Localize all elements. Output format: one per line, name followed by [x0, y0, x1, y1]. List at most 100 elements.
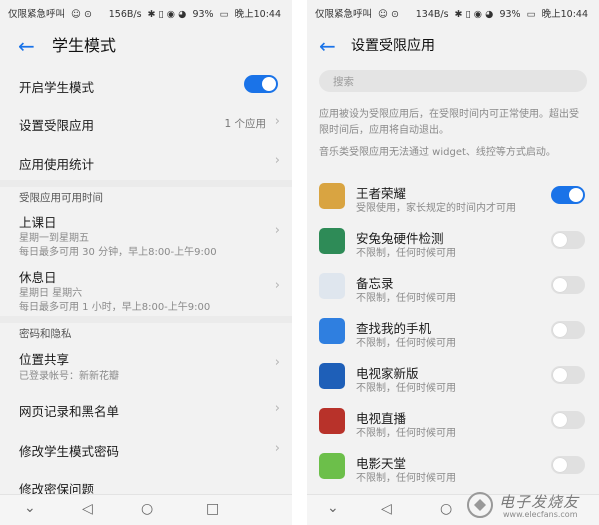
- status-bar: 仅限紧急呼叫 ☺ ⊙ 134B/s ✱ ▯ ◉ ◕ 93% ▭ 晚上10:44: [307, 0, 599, 30]
- navigation-bar: ⌄ ◁ ○ □: [0, 494, 292, 525]
- app-restriction-status: 不限制，任何时候可用: [356, 293, 456, 304]
- location-sharing-label: 位置共享: [19, 352, 70, 367]
- rest-day-days: 星期日 星期六: [19, 288, 83, 299]
- enable-student-mode-toggle[interactable]: [244, 75, 278, 93]
- restricted-apps-row[interactable]: 设置受限应用 1 个应用 ›: [0, 108, 292, 138]
- watermark-logo-icon: [467, 492, 493, 518]
- restricted-apps-screen: 仅限紧急呼叫 ☺ ⊙ 134B/s ✱ ▯ ◉ ◕ 93% ▭ 晚上10:44 …: [307, 0, 599, 525]
- home-circle-icon[interactable]: ○: [141, 501, 153, 517]
- app-restriction-status: 不限制，任何时候可用: [356, 428, 456, 439]
- app-row[interactable]: 安兔兔硬件检测 不限制，任何时候可用: [307, 222, 599, 266]
- usage-stats-row[interactable]: 应用使用统计 ›: [0, 147, 292, 177]
- app-restriction-status: 受限使用，家长规定的时间内才可用: [356, 203, 516, 214]
- status-bar: 仅限紧急呼叫 ☺ ⊙ 156B/s ✱ ▯ ◉ ◕ 93% ▭ 晚上10:44: [0, 0, 292, 30]
- enable-student-mode-row[interactable]: 开启学生模式: [0, 70, 292, 100]
- carrier-text: 仅限紧急呼叫: [8, 9, 66, 20]
- section-divider: [0, 180, 292, 187]
- app-row[interactable]: 王者荣耀 受限使用，家长规定的时间内才可用: [307, 177, 599, 221]
- app-row[interactable]: 查找我的手机 不限制，任何时候可用: [307, 312, 599, 356]
- watermark: 电子发烧友 www.elecfans.com: [465, 490, 595, 522]
- chevron-right-icon: ›: [274, 223, 280, 238]
- change-security-question-row[interactable]: 修改密保问题: [0, 476, 292, 497]
- app-restriction-status: 不限制，任何时候可用: [356, 338, 456, 349]
- status-icon: ☺ ⊙: [71, 9, 92, 20]
- chevron-down-icon[interactable]: ⌄: [24, 500, 36, 516]
- carrier-text: 仅限紧急呼叫: [315, 9, 373, 20]
- watermark-text: 电子发烧友: [499, 493, 580, 511]
- rest-day-limit: 每日最多可用 1 小时，早上8:00-上午9:00: [19, 302, 211, 313]
- app-icon: [319, 453, 345, 479]
- app-restrict-toggle[interactable]: [551, 456, 585, 474]
- title-bar: ← 设置受限应用: [307, 30, 599, 64]
- app-restrict-toggle[interactable]: [551, 231, 585, 249]
- chevron-right-icon: ›: [274, 355, 280, 370]
- web-history-row[interactable]: 网页记录和黑名单 ›: [0, 396, 292, 426]
- student-mode-screen: 仅限紧急呼叫 ☺ ⊙ 156B/s ✱ ▯ ◉ ◕ 93% ▭ 晚上10:44 …: [0, 0, 292, 525]
- chevron-right-icon: ›: [274, 114, 280, 129]
- network-speed: 134B/s: [415, 9, 449, 20]
- app-row[interactable]: 电视直播 不限制，任何时候可用: [307, 402, 599, 446]
- school-day-row[interactable]: 上课日 星期一到星期五 每日最多可用 30 分钟，早上8:00-上午9:00 ›: [0, 209, 292, 259]
- app-icon: [319, 273, 345, 299]
- change-password-label: 修改学生模式密码: [19, 444, 120, 459]
- restricted-apps-label: 设置受限应用: [19, 118, 95, 133]
- battery-percent: 93%: [499, 9, 521, 20]
- logged-in-account: 已登录帐号：新新花瓣: [19, 371, 119, 382]
- school-day-limit: 每日最多可用 30 分钟，早上8:00-上午9:00: [19, 247, 217, 258]
- chevron-right-icon: ›: [274, 401, 280, 416]
- back-arrow-icon[interactable]: ←: [18, 33, 35, 59]
- enable-student-mode-label: 开启学生模式: [19, 80, 95, 95]
- app-restrict-toggle[interactable]: [551, 276, 585, 294]
- battery-icon: ▭: [219, 9, 229, 20]
- app-icon: [319, 408, 345, 434]
- back-triangle-icon[interactable]: ◁: [381, 501, 392, 517]
- signal-icons: ✱ ▯ ◉ ◕: [147, 9, 187, 20]
- app-row[interactable]: 电影天堂 不限制，任何时候可用: [307, 447, 599, 491]
- page-title: 学生模式: [52, 36, 117, 55]
- app-restrict-toggle[interactable]: [551, 186, 585, 204]
- app-icon: [319, 318, 345, 344]
- home-circle-icon[interactable]: ○: [440, 501, 452, 517]
- location-sharing-row[interactable]: 位置共享 已登录帐号：新新花瓣 ›: [0, 346, 292, 384]
- signal-icons: ✱ ▯ ◉ ◕: [454, 9, 494, 20]
- battery-percent: 93%: [192, 9, 214, 20]
- section-header-privacy: 密码和隐私: [19, 328, 72, 340]
- school-day-days: 星期一到星期五: [19, 233, 89, 244]
- chevron-right-icon: ›: [274, 441, 280, 456]
- title-bar: ← 学生模式: [0, 30, 292, 64]
- app-icon: [319, 183, 345, 209]
- app-restriction-status: 不限制，任何时候可用: [356, 248, 456, 259]
- clock: 晚上10:44: [541, 9, 588, 20]
- watermark-url: www.elecfans.com: [503, 510, 578, 519]
- app-restrict-toggle[interactable]: [551, 321, 585, 339]
- app-row[interactable]: 备忘录 不限制，任何时候可用: [307, 267, 599, 311]
- battery-icon: ▭: [526, 9, 536, 20]
- restricted-apps-count: 1 个应用: [224, 118, 266, 130]
- rest-day-row[interactable]: 休息日 星期日 星期六 每日最多可用 1 小时，早上8:00-上午9:00 ›: [0, 264, 292, 314]
- app-restrict-toggle[interactable]: [551, 366, 585, 384]
- search-placeholder: 搜索: [333, 76, 354, 88]
- change-password-row[interactable]: 修改学生模式密码 ›: [0, 436, 292, 466]
- app-restriction-status: 不限制，任何时候可用: [356, 473, 456, 484]
- app-icon: [319, 228, 345, 254]
- restricted-apps-description: 应用被设为受限应用后，在受限时间内可正常使用。超出受限时间后，应用将自动退出。: [319, 109, 579, 136]
- back-arrow-icon[interactable]: ←: [319, 33, 336, 59]
- network-speed: 156B/s: [108, 9, 142, 20]
- app-row[interactable]: 电视家新版 不限制，任何时候可用: [307, 357, 599, 401]
- chevron-down-icon[interactable]: ⌄: [327, 500, 339, 516]
- section-divider: [0, 316, 292, 323]
- web-history-label: 网页记录和黑名单: [19, 404, 120, 419]
- chevron-right-icon: ›: [274, 153, 280, 168]
- app-icon: [319, 363, 345, 389]
- status-icon: ☺ ⊙: [378, 9, 399, 20]
- recents-square-icon[interactable]: □: [206, 501, 219, 517]
- app-restrict-toggle[interactable]: [551, 411, 585, 429]
- search-input[interactable]: 搜索: [319, 70, 587, 92]
- back-triangle-icon[interactable]: ◁: [82, 501, 93, 517]
- chevron-right-icon: ›: [274, 278, 280, 293]
- app-restriction-status: 不限制，任何时候可用: [356, 383, 456, 394]
- clock: 晚上10:44: [234, 9, 281, 20]
- page-title: 设置受限应用: [351, 38, 435, 54]
- section-header-time: 受限应用可用时间: [19, 192, 103, 204]
- music-apps-note: 音乐类受限应用无法通过 widget、线控等方式启动。: [319, 147, 556, 158]
